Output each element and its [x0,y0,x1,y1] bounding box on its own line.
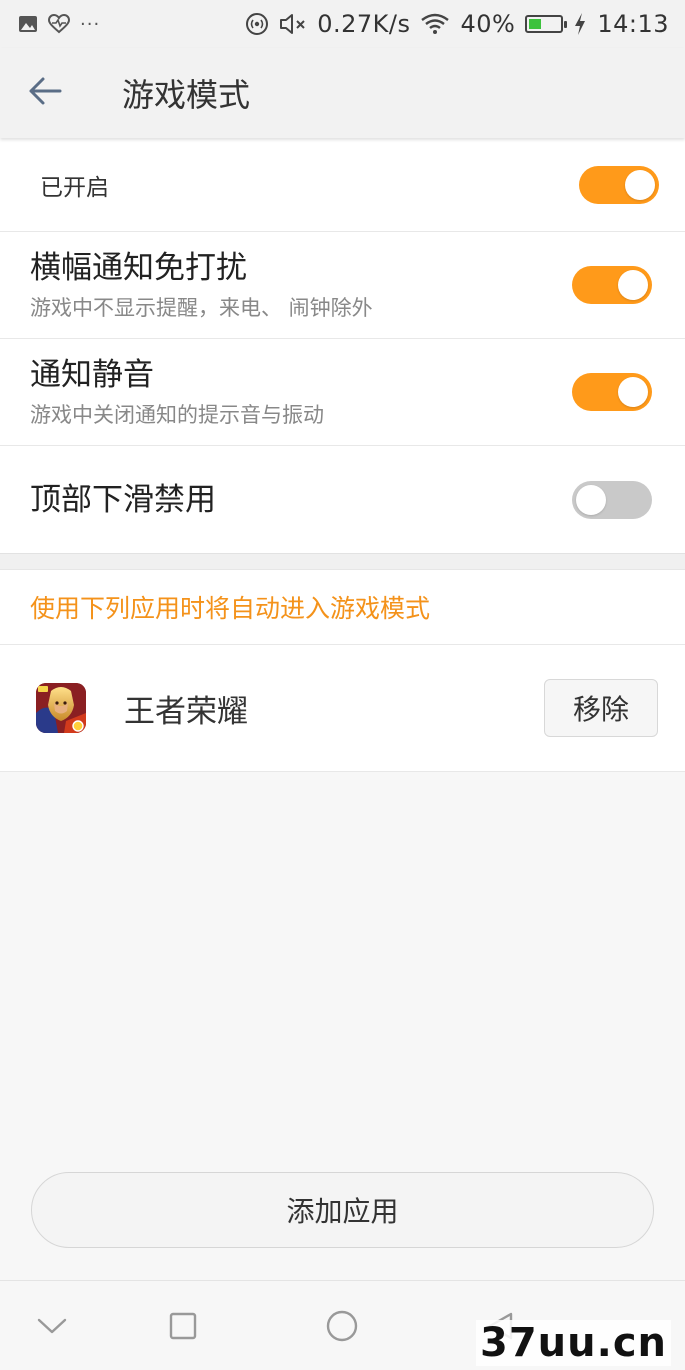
toggle-knob [625,169,655,200]
more-dots-icon: ··· [80,13,101,35]
enabled-label: 已开启 [40,174,109,201]
back-button[interactable] [0,48,90,138]
pull-down-disable-row[interactable]: 顶部下滑禁用 [0,446,685,553]
arrow-left-icon [27,76,63,110]
chevron-down-icon[interactable] [27,1303,77,1349]
enabled-row[interactable]: 已开启 [0,138,685,232]
banner-dnd-row[interactable]: 横幅通知免打扰 游戏中不显示提醒，来电、 闹钟除外 [0,232,685,339]
banner-dnd-title: 横幅通知免打扰 [30,250,247,286]
heart-monitor-icon [48,14,70,34]
banner-dnd-text: 横幅通知免打扰 游戏中不显示提醒，来电、 闹钟除外 [30,248,373,322]
section-label: 使用下列应用时将自动进入游戏模式 [0,570,685,645]
image-icon [18,15,38,33]
notif-mute-toggle[interactable] [572,373,652,411]
toggle-knob [576,484,606,515]
banner-dnd-toggle[interactable] [572,266,652,304]
pull-down-disable-toggle[interactable] [572,480,652,519]
mute-icon [279,12,307,36]
app-name: 王者荣耀 [124,693,248,730]
square-icon[interactable] [158,1303,208,1349]
wifi-icon [420,12,450,36]
notif-mute-title: 通知静音 [30,357,154,393]
status-bar-right: 0.27K/s 40% 14:13 [245,10,669,38]
clock: 14:13 [597,10,669,38]
status-bar: ··· 0.27K/s 40% 14:13 [0,0,685,48]
section-divider [0,553,685,570]
add-app-button[interactable]: 添加应用 [31,1172,654,1248]
net-speed: 0.27K/s [317,10,411,38]
pull-down-disable-title: 顶部下滑禁用 [30,481,216,518]
notif-mute-subtitle: 游戏中关闭通知的提示音与振动 [30,403,324,427]
enabled-toggle[interactable] [579,165,659,204]
status-bar-left: ··· [18,14,100,35]
settings-list: 已开启 横幅通知免打扰 游戏中不显示提醒，来电、 闹钟除外 通知静音 游戏中关闭… [0,138,685,553]
list-item: 王者荣耀 移除 [0,645,685,772]
circle-icon[interactable] [317,1303,367,1349]
remove-button[interactable]: 移除 [544,679,658,737]
notif-mute-row[interactable]: 通知静音 游戏中关闭通知的提示音与振动 [0,339,685,446]
notif-mute-text: 通知静音 游戏中关闭通知的提示音与振动 [30,355,324,429]
toggle-knob [618,270,648,300]
watermark: 37uu.cn [476,1320,671,1366]
battery-percent: 40% [460,10,516,38]
app-bar: 游戏模式 [0,48,685,138]
banner-dnd-subtitle: 游戏中不显示提醒，来电、 闹钟除外 [30,296,373,320]
game-apps-section: 使用下列应用时将自动进入游戏模式 王者荣耀 移除 [0,570,685,772]
toggle-knob [618,377,648,407]
charging-icon [573,12,587,36]
app-icon [36,683,86,733]
battery-icon [525,15,568,33]
page-title: 游戏模式 [122,76,251,114]
navigation-bar: 37uu.cn [0,1280,685,1370]
nfc-icon [245,12,269,36]
